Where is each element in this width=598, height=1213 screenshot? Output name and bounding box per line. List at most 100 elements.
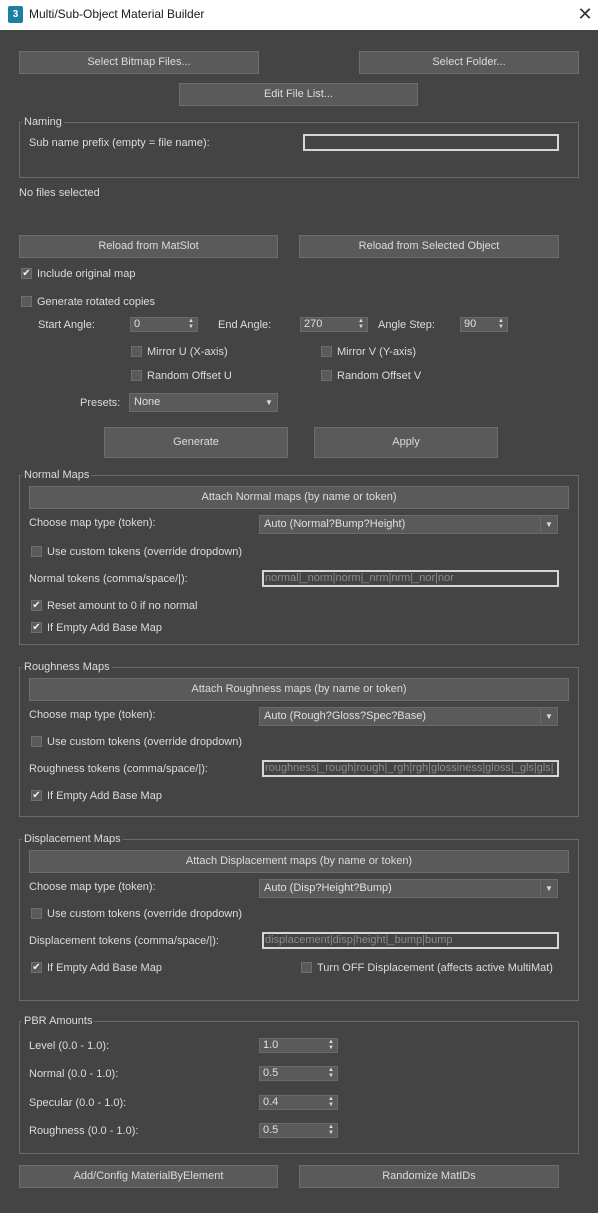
roughness-amount-value: 0.5	[263, 1124, 279, 1136]
roughness-map-type-value: Auto (Rough?Gloss?Spec?Base)	[264, 710, 427, 722]
reset-amount-checkbox[interactable]: ✔	[31, 600, 42, 611]
displacement-empty-base-checkbox[interactable]: ✔	[31, 962, 42, 973]
select-folder-button[interactable]: Select Folder...	[359, 51, 579, 74]
chevron-down-icon[interactable]: ▼	[540, 708, 557, 725]
specular-spinner[interactable]: 0.4 ▲ ▼	[259, 1095, 338, 1110]
attach-normal-maps-button[interactable]: Attach Normal maps (by name or token)	[29, 486, 569, 509]
end-angle-spinner[interactable]: 270 ▲ ▼	[300, 317, 368, 332]
displacement-map-type-value: Auto (Disp?Height?Bump)	[264, 882, 392, 894]
chevron-down-icon[interactable]: ▼	[540, 880, 557, 897]
angle-step-value: 90	[464, 318, 477, 330]
window-title: Multi/Sub-Object Material Builder	[29, 7, 205, 21]
normal-empty-base-checkbox[interactable]: ✔	[31, 622, 42, 633]
sub-name-prefix-input[interactable]	[303, 134, 559, 151]
generate-rotated-copies-checkbox[interactable]	[21, 296, 32, 307]
turn-off-displacement-label: Turn OFF Displacement (affects active Mu…	[317, 962, 553, 974]
attach-roughness-maps-button[interactable]: Attach Roughness maps (by name or token)	[29, 678, 569, 701]
level-spinner[interactable]: 1.0 ▲ ▼	[259, 1038, 338, 1053]
generate-rotated-copies-label: Generate rotated copies	[37, 296, 156, 308]
mirror-u-label: Mirror U (X-axis)	[147, 346, 228, 358]
normal-map-type-label: Choose map type (token):	[29, 517, 156, 529]
normal-custom-tokens-checkbox[interactable]	[31, 546, 42, 557]
normal-tokens-input[interactable]: normal|_norm|norm|_nrm|nrm|_nor|nor	[262, 570, 559, 587]
roughness-empty-base-checkbox[interactable]: ✔	[31, 790, 42, 801]
normal-map-type-value: Auto (Normal?Bump?Height)	[264, 518, 406, 530]
roughness-empty-base-label: If Empty Add Base Map	[47, 790, 162, 802]
spinner-arrows-icon[interactable]: ▲ ▼	[328, 1039, 334, 1051]
specular-value: 0.4	[263, 1096, 279, 1108]
roughness-custom-tokens-checkbox[interactable]	[31, 736, 42, 747]
specular-label: Specular (0.0 - 1.0):	[29, 1097, 127, 1109]
displacement-tokens-input[interactable]: displacement|disp|height|_bump|bump	[262, 932, 559, 949]
reload-from-selected-object-button[interactable]: Reload from Selected Object	[299, 235, 559, 258]
angle-step-spinner[interactable]: 90 ▲ ▼	[460, 317, 508, 332]
randomize-matids-button[interactable]: Randomize MatIDs	[299, 1165, 559, 1188]
add-config-material-by-element-button[interactable]: Add/Config MaterialByElement	[19, 1165, 278, 1188]
random-offset-u-label: Random Offset U	[147, 370, 232, 382]
spinner-arrows-icon[interactable]: ▲ ▼	[358, 318, 364, 330]
mirror-u-checkbox[interactable]	[131, 346, 142, 357]
include-original-map-checkbox[interactable]: ✔	[21, 268, 32, 279]
displacement-tokens-label: Displacement tokens (comma/space/|):	[29, 935, 219, 947]
start-angle-value: 0	[134, 318, 141, 330]
normal-custom-tokens-label: Use custom tokens (override dropdown)	[47, 546, 243, 558]
roughness-custom-tokens-label: Use custom tokens (override dropdown)	[47, 736, 243, 748]
mirror-v-label: Mirror V (Y-axis)	[337, 346, 417, 358]
roughness-map-type-label: Choose map type (token):	[29, 709, 156, 721]
presets-dropdown[interactable]: None ▼	[129, 393, 278, 412]
normal-amount-spinner[interactable]: 0.5 ▲ ▼	[259, 1066, 338, 1081]
sub-name-prefix-label: Sub name prefix (empty = file name):	[29, 137, 210, 149]
angle-step-label: Angle Step:	[378, 319, 435, 331]
pbr-amounts-title: PBR Amounts	[22, 1015, 95, 1027]
roughness-map-type-dropdown[interactable]: Auto (Rough?Gloss?Spec?Base) ▼	[259, 707, 558, 726]
spinner-arrows-icon[interactable]: ▲ ▼	[188, 318, 194, 330]
normal-amount-label: Normal (0.0 - 1.0):	[29, 1068, 119, 1080]
normal-maps-title: Normal Maps	[22, 469, 92, 481]
spinner-arrows-icon[interactable]: ▲ ▼	[328, 1124, 334, 1136]
app-icon: 3	[8, 6, 23, 23]
roughness-tokens-label: Roughness tokens (comma/space/|):	[29, 763, 208, 775]
displacement-custom-tokens-checkbox[interactable]	[31, 908, 42, 919]
displacement-maps-title: Displacement Maps	[22, 833, 123, 845]
displacement-custom-tokens-label: Use custom tokens (override dropdown)	[47, 908, 243, 920]
roughness-amount-spinner[interactable]: 0.5 ▲ ▼	[259, 1123, 338, 1138]
random-offset-v-label: Random Offset V	[337, 370, 422, 382]
reload-from-matslot-button[interactable]: Reload from MatSlot	[19, 235, 278, 258]
roughness-maps-title: Roughness Maps	[22, 661, 112, 673]
random-offset-v-checkbox[interactable]	[321, 370, 332, 381]
turn-off-displacement-checkbox[interactable]	[301, 962, 312, 973]
mirror-v-checkbox[interactable]	[321, 346, 332, 357]
start-angle-spinner[interactable]: 0 ▲ ▼	[130, 317, 198, 332]
normal-map-type-dropdown[interactable]: Auto (Normal?Bump?Height) ▼	[259, 515, 558, 534]
files-status: No files selected	[19, 187, 100, 199]
reset-amount-label: Reset amount to 0 if no normal	[47, 600, 198, 612]
generate-button[interactable]: Generate	[104, 427, 288, 458]
chevron-down-icon[interactable]: ▼	[540, 516, 557, 533]
roughness-amount-label: Roughness (0.0 - 1.0):	[29, 1125, 139, 1137]
displacement-map-type-dropdown[interactable]: Auto (Disp?Height?Bump) ▼	[259, 879, 558, 898]
start-angle-label: Start Angle:	[38, 319, 95, 331]
include-original-map-label: Include original map	[37, 268, 136, 280]
select-bitmap-files-button[interactable]: Select Bitmap Files...	[19, 51, 259, 74]
random-offset-u-checkbox[interactable]	[131, 370, 142, 381]
spinner-arrows-icon[interactable]: ▲ ▼	[498, 318, 504, 330]
level-value: 1.0	[263, 1039, 279, 1051]
spinner-arrows-icon[interactable]: ▲ ▼	[328, 1067, 334, 1079]
roughness-tokens-input[interactable]: roughness|_rough|rough|_rgh|rgh|glossine…	[262, 760, 559, 777]
level-label: Level (0.0 - 1.0):	[29, 1040, 110, 1052]
naming-group-title: Naming	[22, 116, 64, 128]
apply-button[interactable]: Apply	[314, 427, 498, 458]
presets-value: None	[134, 396, 161, 408]
close-icon[interactable]: ✕	[575, 3, 595, 25]
end-angle-label: End Angle:	[218, 319, 272, 331]
normal-empty-base-label: If Empty Add Base Map	[47, 622, 162, 634]
presets-label: Presets:	[80, 397, 121, 409]
attach-displacement-maps-button[interactable]: Attach Displacement maps (by name or tok…	[29, 850, 569, 873]
normal-tokens-label: Normal tokens (comma/space/|):	[29, 573, 188, 585]
displacement-map-type-label: Choose map type (token):	[29, 881, 156, 893]
chevron-down-icon[interactable]: ▼	[261, 394, 277, 411]
displacement-empty-base-label: If Empty Add Base Map	[47, 962, 162, 974]
end-angle-value: 270	[304, 318, 323, 330]
spinner-arrows-icon[interactable]: ▲ ▼	[328, 1096, 334, 1108]
edit-file-list-button[interactable]: Edit File List...	[179, 83, 418, 106]
